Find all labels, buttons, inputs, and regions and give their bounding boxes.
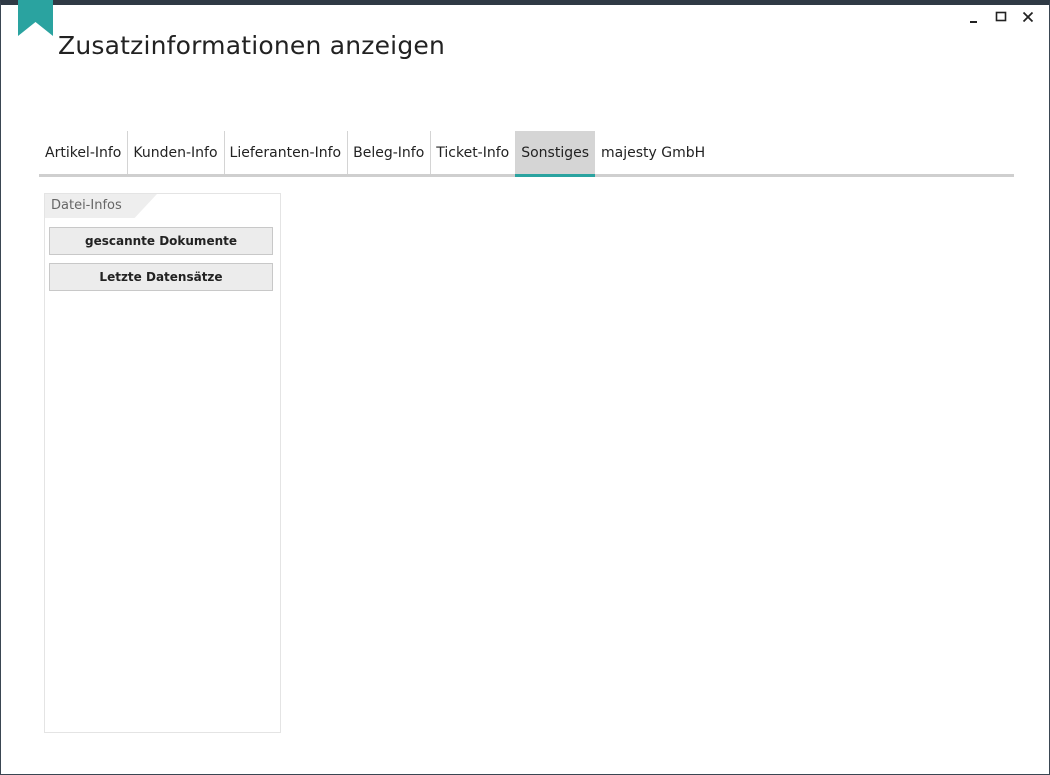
tab-sonstiges[interactable]: Sonstiges (515, 131, 596, 177)
bookmark-icon (18, 0, 53, 36)
tab-kunden-info[interactable]: Kunden-Info (127, 131, 223, 174)
close-icon (1022, 11, 1034, 23)
minimize-button[interactable] (967, 9, 981, 25)
window-controls (967, 9, 1035, 25)
tab-lieferanten-info[interactable]: Lieferanten-Info (223, 131, 348, 174)
tab-majesty-gmbh[interactable]: majesty GmbH (595, 131, 711, 174)
tab-ticket-info[interactable]: Ticket-Info (430, 131, 515, 174)
tab-bar: Artikel-Info Kunden-Info Lieferanten-Inf… (39, 131, 1014, 177)
datei-infos-panel: Datei-Infos gescannte Dokumente Letzte D… (44, 193, 281, 733)
panel-header: Datei-Infos (45, 194, 157, 218)
close-button[interactable] (1021, 9, 1035, 25)
tab-beleg-info[interactable]: Beleg-Info (347, 131, 430, 174)
app-window: Zusatzinformationen anzeigen Artikel-Inf… (0, 0, 1050, 775)
minimize-icon (970, 21, 977, 23)
maximize-icon (995, 11, 1007, 22)
maximize-button[interactable] (994, 9, 1008, 25)
gescannte-dokumente-button[interactable]: gescannte Dokumente (49, 227, 273, 255)
window-title: Zusatzinformationen anzeigen (58, 31, 446, 60)
tab-artikel-info[interactable]: Artikel-Info (39, 131, 127, 174)
letzte-datensaetze-button[interactable]: Letzte Datensätze (49, 263, 273, 291)
